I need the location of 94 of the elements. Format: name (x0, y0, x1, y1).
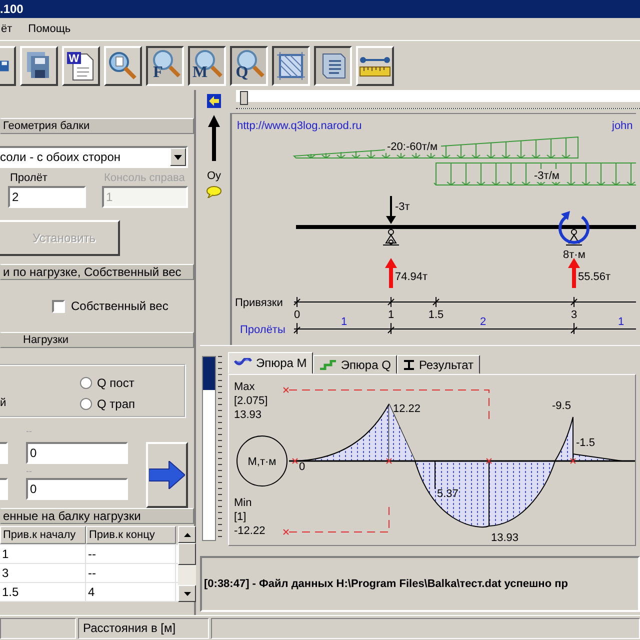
point-marker (386, 458, 392, 464)
max-value: 13.93 (234, 409, 262, 421)
tab[interactable]: Результат (396, 355, 480, 374)
input-field[interactable]: 0 (26, 442, 128, 464)
table-cell: 1.5 (0, 583, 86, 601)
reaction-arrow (385, 258, 397, 288)
tick-label: 3 (570, 308, 578, 321)
status-text: Расстояния в [м] (78, 618, 209, 638)
toolbar-button[interactable] (314, 46, 352, 86)
section-header: Геометрия балки (0, 118, 194, 134)
value-label: 13.93 (491, 532, 519, 544)
section-header: енные на балку нагрузки (0, 508, 194, 524)
reaction-label: 74.94т (395, 270, 428, 283)
tab[interactable]: Эпюра M (228, 352, 313, 374)
author-text: john (612, 120, 633, 132)
column-header[interactable]: Прив.к концу (86, 526, 176, 544)
up-arrow-icon (208, 115, 220, 164)
add-load-button[interactable] (146, 442, 188, 508)
dimension-label: Пролёты (240, 324, 286, 336)
table-cell: -- (86, 564, 176, 582)
magnifier-icon (107, 50, 139, 82)
table-cell: 4 (86, 583, 176, 601)
point-marker (292, 458, 298, 464)
radio-button[interactable] (80, 377, 92, 389)
moment-arrow (558, 210, 590, 244)
point-marker (486, 458, 492, 464)
span-label: 1 (618, 316, 624, 328)
menu-item[interactable]: Помощь (27, 23, 72, 35)
radio-label: Q пост (97, 376, 134, 390)
field-label: -- (26, 426, 33, 438)
point-marker (570, 458, 576, 464)
field-label: -- (26, 466, 33, 476)
span-field[interactable]: 2 (8, 186, 86, 208)
value-label: 5.37 (437, 488, 458, 500)
force-label: -3т (395, 200, 410, 213)
ruler-thumb[interactable] (240, 91, 248, 105)
input-field[interactable] (0, 442, 8, 464)
dimension-label: Привязки (235, 296, 283, 309)
unit-label: М,т·м (248, 456, 276, 468)
scroll-bar[interactable] (178, 526, 196, 602)
max-label: Max (234, 381, 255, 393)
support-icon (382, 228, 400, 246)
table-cell: 1 (0, 545, 86, 563)
axis-label: Оу (206, 170, 222, 182)
speech-bubble-icon[interactable] (206, 186, 222, 201)
checkbox[interactable] (52, 300, 65, 312)
hatched-square-icon (275, 50, 307, 82)
table-cell: 3 (0, 564, 86, 582)
tick-label: 0 (294, 308, 300, 321)
website-link[interactable]: http://www.q3log.narod.ru (237, 120, 362, 132)
min-label: Min (234, 497, 252, 509)
value-label: -9.5 (552, 400, 571, 412)
point-marker (283, 529, 289, 535)
log-message: [0:38:47] - Файл данных H:\Program Files\Balka\тест.dat успешно пр (203, 578, 568, 590)
reaction-arrow (568, 258, 580, 288)
value-label: -1.5 (576, 437, 595, 449)
unit-circle (236, 436, 288, 486)
load-label: -20:-60т/м (387, 140, 438, 153)
tab[interactable]: Эпюра Q (312, 355, 397, 374)
value-label: 12.22 (393, 403, 421, 415)
step-graph-icon (318, 360, 337, 370)
right-arrow-icon (149, 461, 185, 489)
span-label: 2 (480, 316, 486, 328)
section-header: и по нагрузке, Собственный вес (0, 264, 194, 280)
section-header: Нагрузки (0, 332, 194, 348)
span-label: Пролёт (9, 172, 48, 184)
i-beam-icon (402, 358, 415, 370)
min-value: -12.22 (234, 525, 266, 537)
point-marker (283, 387, 289, 393)
radio-button[interactable] (80, 398, 92, 410)
reaction-label: 55.56т (578, 270, 611, 283)
support-icon (566, 228, 582, 246)
value-label: 0 (299, 461, 306, 473)
input-field[interactable]: 0 (26, 478, 128, 500)
span-label: 1 (340, 316, 348, 328)
tick-label: 1 (388, 308, 394, 321)
beam-type-dropdown[interactable]: соли - с обоих сторон (0, 146, 188, 168)
radio-label: Q трап (97, 397, 136, 411)
column-header[interactable]: Прив.к началу (0, 526, 86, 544)
moment-label: 8т·м (563, 248, 586, 261)
radio-label: й (0, 397, 6, 409)
input-field[interactable] (0, 478, 8, 500)
zoom-slider[interactable] (202, 356, 216, 541)
window-title: .100 (0, 2, 24, 16)
min-position: [1] (234, 511, 246, 523)
table-cell: -- (86, 545, 176, 563)
toolbar-button[interactable] (272, 46, 310, 86)
menu-item[interactable]: ёт (0, 23, 14, 35)
force-arrow (386, 196, 396, 224)
max-position: [2.075] (234, 395, 268, 407)
checkbox-label: Собственный вес (71, 299, 168, 313)
wave-icon (234, 358, 252, 368)
load-label: -3т/м (534, 170, 560, 182)
tick-label: 1.5 (428, 308, 444, 321)
